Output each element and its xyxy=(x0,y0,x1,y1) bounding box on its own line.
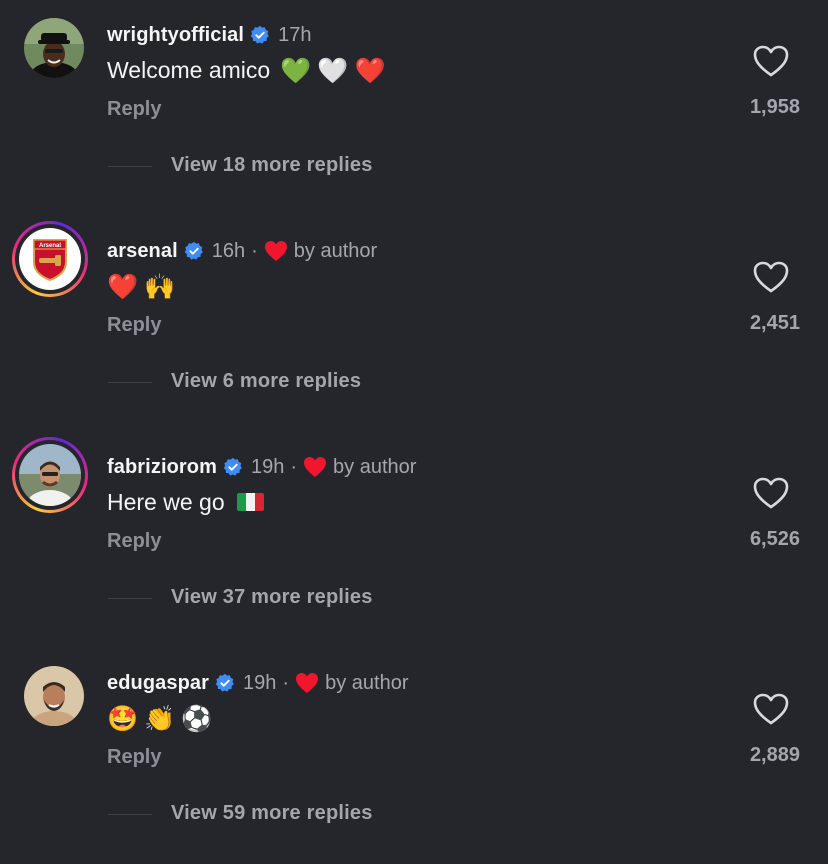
verified-badge-icon xyxy=(184,241,204,261)
avatar[interactable] xyxy=(24,666,84,726)
like-count: 6,526 xyxy=(749,528,800,550)
view-replies-button[interactable]: View 59 more replies xyxy=(171,802,373,825)
comment-text: ❤️ 🙌 xyxy=(107,268,181,304)
white-heart-emoji: 🤍 xyxy=(317,55,349,85)
reply-button[interactable]: Reply xyxy=(107,746,161,769)
avatar[interactable] xyxy=(12,437,88,513)
username[interactable]: fabriziorom xyxy=(107,456,217,479)
by-author-label: by author xyxy=(293,239,378,262)
arsenal-logo: Arsenal xyxy=(19,228,81,290)
raising-hands-emoji: 🙌 xyxy=(144,271,176,301)
timestamp: 17h xyxy=(278,23,312,46)
comment-text: Here we go xyxy=(107,484,264,520)
red-heart-emoji: ❤️ xyxy=(107,271,139,301)
avatar[interactable] xyxy=(24,18,84,78)
red-heart-emoji: ❤️ xyxy=(354,55,386,85)
view-replies-button[interactable]: View 6 more replies xyxy=(171,370,361,393)
comment-item: edugaspar 19h · by author 🤩 👏 ⚽ Reply Vi… xyxy=(0,648,828,864)
like-count: 2,889 xyxy=(749,744,800,766)
comment-header: wrightyofficial 17h xyxy=(107,20,311,50)
comment-item: fabriziorom 19h · by author Here we go R… xyxy=(0,432,828,648)
like-count: 1,958 xyxy=(749,96,800,118)
soccer-ball-emoji: ⚽ xyxy=(181,703,213,733)
comment-header: fabriziorom 19h · by author xyxy=(107,452,416,482)
comment-body: Welcome amico xyxy=(107,56,271,83)
by-author-label: by author xyxy=(325,671,409,694)
comment-header: edugaspar 19h · by author xyxy=(107,668,408,698)
like-heart-icon[interactable] xyxy=(752,260,790,294)
username[interactable]: edugaspar xyxy=(107,672,209,695)
like-heart-icon[interactable] xyxy=(752,44,790,78)
clapping-hands-emoji: 👏 xyxy=(144,703,176,733)
separator-dot: · xyxy=(251,239,258,262)
reply-button[interactable]: Reply xyxy=(107,530,161,553)
green-heart-emoji: 💚 xyxy=(280,55,312,85)
verified-badge-icon xyxy=(223,457,243,477)
divider-line xyxy=(108,166,152,167)
avatar-photo xyxy=(19,444,81,506)
separator-dot: · xyxy=(282,671,290,694)
username[interactable]: arsenal xyxy=(107,240,178,263)
verified-badge-icon xyxy=(250,25,270,45)
comment-item: wrightyofficial 17h Welcome amico 💚 🤍 ❤️… xyxy=(0,0,828,216)
author-liked-heart-icon xyxy=(303,456,327,478)
avatar[interactable]: Arsenal xyxy=(12,221,88,297)
author-liked-heart-icon xyxy=(264,240,288,262)
divider-line xyxy=(108,598,152,599)
like-count: 2,451 xyxy=(749,312,800,334)
timestamp: 16h xyxy=(211,239,246,262)
reply-button[interactable]: Reply xyxy=(107,98,161,121)
reply-button[interactable]: Reply xyxy=(107,314,161,337)
divider-line xyxy=(108,382,152,383)
view-replies-button[interactable]: View 37 more replies xyxy=(171,586,373,609)
divider-line xyxy=(108,814,152,815)
timestamp: 19h xyxy=(251,455,285,478)
author-liked-heart-icon xyxy=(295,672,319,694)
separator-dot: · xyxy=(290,455,298,478)
view-replies-button[interactable]: View 18 more replies xyxy=(171,154,373,177)
like-heart-icon[interactable] xyxy=(752,476,790,510)
comment-body: Here we go xyxy=(107,488,225,515)
by-author-label: by author xyxy=(333,455,417,478)
comment-item: Arsenal arsenal 16h · by author ❤️ 🙌 Rep… xyxy=(0,216,828,432)
star-struck-emoji: 🤩 xyxy=(107,703,139,733)
logo-text: Arsenal xyxy=(39,243,61,249)
verified-badge-icon xyxy=(215,673,235,693)
like-heart-icon[interactable] xyxy=(752,692,790,726)
username[interactable]: wrightyofficial xyxy=(107,24,244,47)
comment-text: 🤩 👏 ⚽ xyxy=(107,700,218,736)
timestamp: 19h xyxy=(243,671,277,694)
comment-text: Welcome amico 💚 🤍 ❤️ xyxy=(107,52,392,88)
comment-header: arsenal 16h · by author xyxy=(107,236,377,266)
italy-flag-emoji xyxy=(236,493,264,511)
